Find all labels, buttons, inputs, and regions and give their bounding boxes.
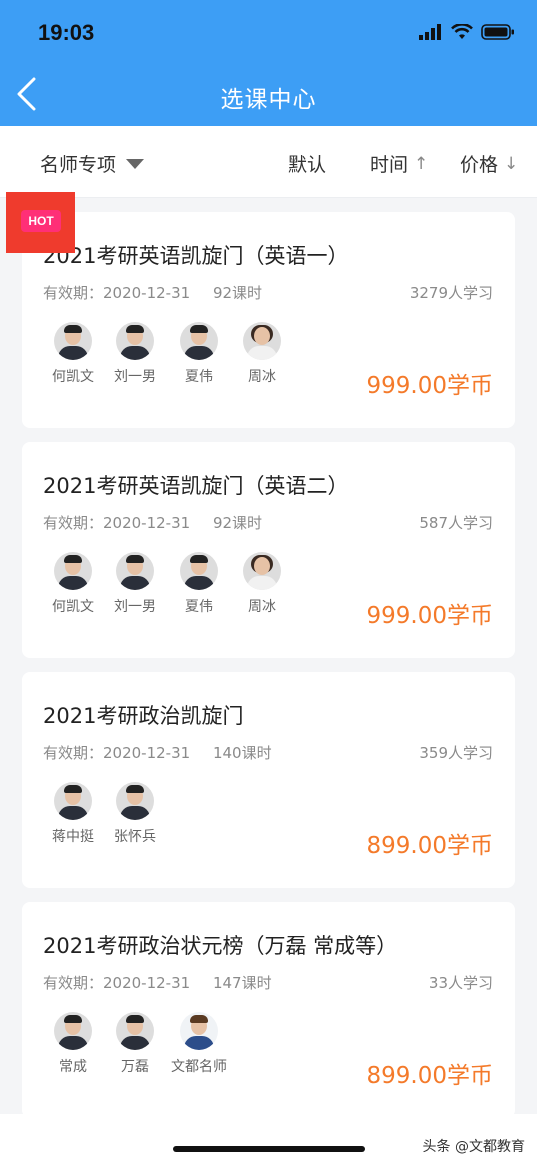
teacher: 周冰 bbox=[231, 322, 293, 386]
avatar bbox=[54, 1012, 92, 1050]
sort-time[interactable]: 时间 ↑ bbox=[370, 150, 428, 177]
course-title: 2021考研英语凯旋门（英语一） bbox=[43, 244, 349, 268]
sort-default[interactable]: 默认 bbox=[288, 150, 326, 177]
teacher-name: 文都名师 bbox=[171, 1059, 227, 1075]
category-label: 名师专项 bbox=[40, 154, 117, 176]
course-price: 999.00学币 bbox=[366, 373, 493, 399]
avatar bbox=[54, 552, 92, 590]
course-card[interactable]: 2021考研政治状元榜（万磊 常成等） 有效期：2020-12-31 147课时… bbox=[22, 902, 515, 1118]
course-hours: 147课时 bbox=[212, 974, 272, 992]
course-students: 359人学习 bbox=[419, 744, 493, 762]
filter-bar: 名师专项 默认 时间 ↑ 价格 ↓ bbox=[0, 126, 537, 198]
teacher-name: 周冰 bbox=[248, 369, 276, 385]
course-title: 2021考研英语凯旋门（英语二） bbox=[43, 474, 349, 498]
header: 19:03 选课中心 bbox=[0, 0, 537, 126]
teacher: 夏伟 bbox=[168, 552, 230, 616]
status-time: 19:03 bbox=[38, 20, 95, 45]
teacher-name: 万磊 bbox=[121, 1059, 149, 1075]
home-indicator[interactable] bbox=[173, 1146, 365, 1152]
avatar bbox=[243, 322, 281, 360]
course-card[interactable]: 2021考研英语凯旋门（英语二） 有效期：2020-12-31 92课时 587… bbox=[22, 442, 515, 658]
arrow-down-icon: ↓ bbox=[504, 153, 519, 174]
avatar bbox=[180, 322, 218, 360]
course-meta: 有效期：2020-12-31 140课时 bbox=[43, 742, 290, 763]
hot-highlight: HOT bbox=[6, 192, 75, 253]
avatar bbox=[116, 782, 154, 820]
course-students: 33人学习 bbox=[428, 974, 493, 992]
avatar bbox=[116, 552, 154, 590]
avatar bbox=[116, 322, 154, 360]
avatar bbox=[54, 782, 92, 820]
avatar bbox=[54, 322, 92, 360]
teacher-name: 周冰 bbox=[248, 599, 276, 615]
course-meta: 有效期：2020-12-31 92课时 bbox=[43, 282, 280, 303]
wifi-icon bbox=[451, 24, 473, 39]
course-title: 2021考研政治凯旋门 bbox=[43, 704, 244, 728]
course-validity: 有效期：2020-12-31 bbox=[43, 974, 191, 992]
teacher: 蒋中挺 bbox=[42, 782, 104, 846]
teacher-name: 蒋中挺 bbox=[52, 829, 94, 845]
teacher: 万磊 bbox=[104, 1012, 166, 1076]
avatar bbox=[243, 552, 281, 590]
teacher: 何凯文 bbox=[42, 322, 104, 386]
teacher-name: 夏伟 bbox=[185, 599, 213, 615]
course-title: 2021考研政治状元榜（万磊 常成等） bbox=[43, 934, 398, 958]
status-icons bbox=[419, 22, 515, 42]
course-students: 3279人学习 bbox=[409, 284, 493, 302]
teacher-name: 何凯文 bbox=[52, 599, 94, 615]
sort-price[interactable]: 价格 ↓ bbox=[460, 150, 518, 177]
teacher: 文都名师 bbox=[168, 1012, 230, 1076]
teacher-name: 常成 bbox=[59, 1059, 87, 1075]
teacher: 常成 bbox=[42, 1012, 104, 1076]
teacher-name: 夏伟 bbox=[185, 369, 213, 385]
teacher-name: 张怀兵 bbox=[114, 829, 156, 845]
avatar bbox=[116, 1012, 154, 1050]
course-card[interactable]: 2021考研政治凯旋门 有效期：2020-12-31 140课时 359人学习 … bbox=[22, 672, 515, 888]
teacher: 张怀兵 bbox=[104, 782, 166, 846]
teacher-name: 刘一男 bbox=[114, 369, 156, 385]
teacher: 何凯文 bbox=[42, 552, 104, 616]
course-hours: 92课时 bbox=[212, 284, 263, 302]
nav-bar: 选课中心 bbox=[0, 64, 537, 126]
teacher: 刘一男 bbox=[104, 552, 166, 616]
hot-badge: HOT bbox=[21, 210, 61, 232]
course-price: 899.00学币 bbox=[366, 833, 493, 859]
bottom-bar: 头条 @文都教育 bbox=[0, 1114, 537, 1163]
arrow-up-icon: ↑ bbox=[414, 153, 429, 174]
course-meta: 有效期：2020-12-31 92课时 bbox=[43, 512, 280, 533]
sort-time-label: 时间 bbox=[370, 154, 409, 176]
course-hours: 140课时 bbox=[212, 744, 272, 762]
sort-price-label: 价格 bbox=[460, 154, 499, 176]
teacher: 周冰 bbox=[231, 552, 293, 616]
course-card[interactable]: 2021考研英语凯旋门（英语一） 有效期：2020-12-31 92课时 327… bbox=[22, 212, 515, 428]
course-students: 587人学习 bbox=[419, 514, 493, 532]
avatar bbox=[180, 1012, 218, 1050]
avatar bbox=[180, 552, 218, 590]
teacher: 刘一男 bbox=[104, 322, 166, 386]
teacher-name: 刘一男 bbox=[114, 599, 156, 615]
course-price: 899.00学币 bbox=[366, 1063, 493, 1089]
course-meta: 有效期：2020-12-31 147课时 bbox=[43, 972, 290, 993]
triangle-down-icon bbox=[126, 158, 145, 169]
teacher: 夏伟 bbox=[168, 322, 230, 386]
battery-icon bbox=[481, 24, 514, 40]
course-validity: 有效期：2020-12-31 bbox=[43, 514, 191, 532]
course-validity: 有效期：2020-12-31 bbox=[43, 284, 191, 302]
course-validity: 有效期：2020-12-31 bbox=[43, 744, 191, 762]
course-hours: 92课时 bbox=[212, 514, 263, 532]
category-dropdown[interactable]: 名师专项 bbox=[40, 150, 145, 177]
page-title: 选课中心 bbox=[220, 87, 317, 113]
course-price: 999.00学币 bbox=[366, 603, 493, 629]
watermark: 头条 @文都教育 bbox=[422, 1139, 525, 1155]
status-bar: 19:03 bbox=[0, 0, 537, 64]
signal-icon bbox=[419, 24, 441, 40]
sort-default-label: 默认 bbox=[288, 154, 327, 176]
teacher-name: 何凯文 bbox=[52, 369, 94, 385]
